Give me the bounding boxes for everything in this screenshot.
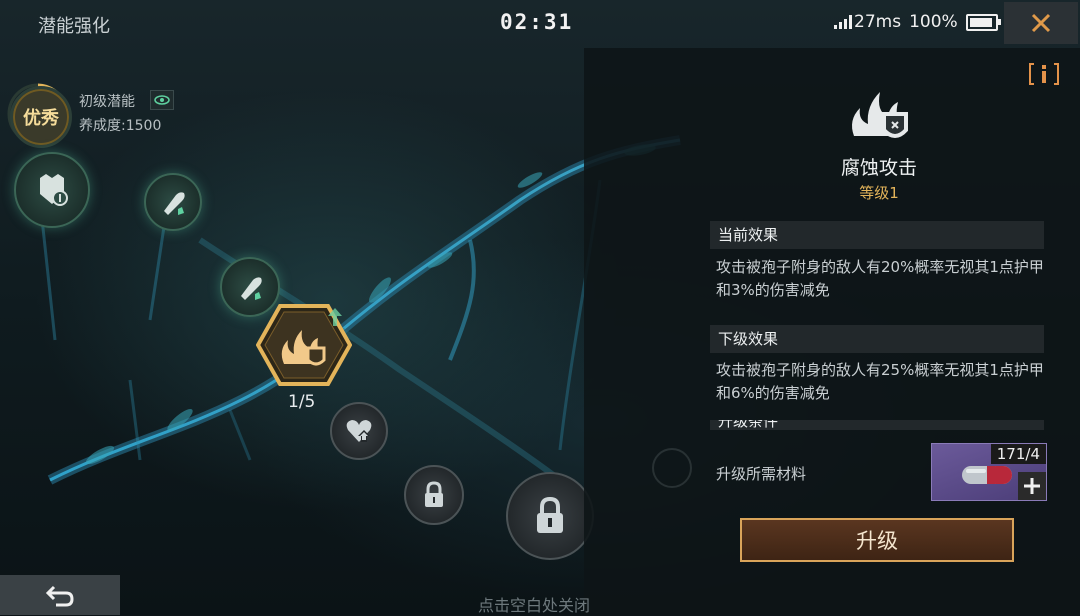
view-button[interactable]	[150, 90, 174, 110]
upgrade-button-label: 升级	[856, 529, 898, 553]
ping-text: 27ms	[854, 12, 902, 32]
material-count: 171/4	[990, 444, 1046, 464]
faint-locked-node	[652, 448, 692, 488]
battery-text: 100%	[909, 12, 958, 32]
skill-node-bullet-1[interactable]	[144, 173, 202, 231]
cultivation-value: 养成度:1500	[79, 118, 162, 134]
skill-node-heart[interactable]	[330, 402, 388, 460]
battery-icon	[965, 13, 1001, 31]
capsule-icon	[962, 466, 1012, 484]
lock-icon	[537, 496, 563, 533]
material-slot[interactable]: 171/4	[931, 443, 1047, 501]
back-button[interactable]	[0, 575, 120, 615]
current-effect-text: 攻击被孢子附身的敌人有20%概率无视其1点护甲和3%的伤害减免	[716, 258, 1044, 299]
rank-badge-text: 优秀	[23, 108, 59, 129]
armor-icon	[40, 174, 68, 206]
next-effect-header: 下级效果	[710, 325, 1044, 353]
lock-icon	[425, 481, 443, 507]
close-icon	[1031, 13, 1051, 33]
upgrade-condition-title: 升级条件	[718, 420, 779, 430]
upgrade-condition-header: 升级条件	[710, 420, 1044, 430]
skill-name: 腐蚀攻击	[840, 157, 917, 179]
corrosion-skill-icon	[852, 92, 908, 138]
page-title: 潜能强化	[38, 16, 110, 37]
signal-icon	[834, 15, 852, 29]
skill-level: 等级1	[859, 184, 899, 202]
skill-node-locked-1[interactable]	[404, 465, 464, 525]
back-arrow-icon	[45, 585, 74, 607]
next-effect-text: 攻击被孢子附身的敌人有25%概率无视其1点护甲和6%的伤害减免	[716, 361, 1044, 402]
upgrade-button[interactable]: 升级	[740, 518, 1014, 562]
skill-progress: 1/5	[288, 392, 316, 412]
close-hint: 点击空白处关闭	[478, 596, 591, 615]
skill-node-locked-2[interactable]	[506, 472, 594, 560]
rank-badge: 优秀	[10, 86, 72, 148]
plus-icon	[1024, 478, 1040, 494]
current-effect-header: 当前效果	[710, 221, 1044, 249]
add-material-button[interactable]	[1018, 472, 1046, 500]
status-indicators: 27ms 100%	[834, 12, 1001, 32]
material-label: 升级所需材料	[716, 465, 807, 483]
info-button[interactable]	[1028, 62, 1060, 86]
top-bar: 潜能强化 02:31 27ms 100%	[0, 0, 1080, 46]
bullet-icon	[164, 192, 185, 215]
close-button[interactable]	[1004, 2, 1078, 44]
upgrade-arrow-icon	[328, 308, 342, 326]
skill-node-armor[interactable]	[14, 152, 90, 228]
bullet-icon	[241, 277, 262, 300]
eye-icon	[154, 95, 170, 105]
match-timer: 02:31	[500, 10, 574, 34]
heart-up-icon	[346, 420, 372, 442]
potential-name: 初级潜能	[79, 94, 135, 110]
